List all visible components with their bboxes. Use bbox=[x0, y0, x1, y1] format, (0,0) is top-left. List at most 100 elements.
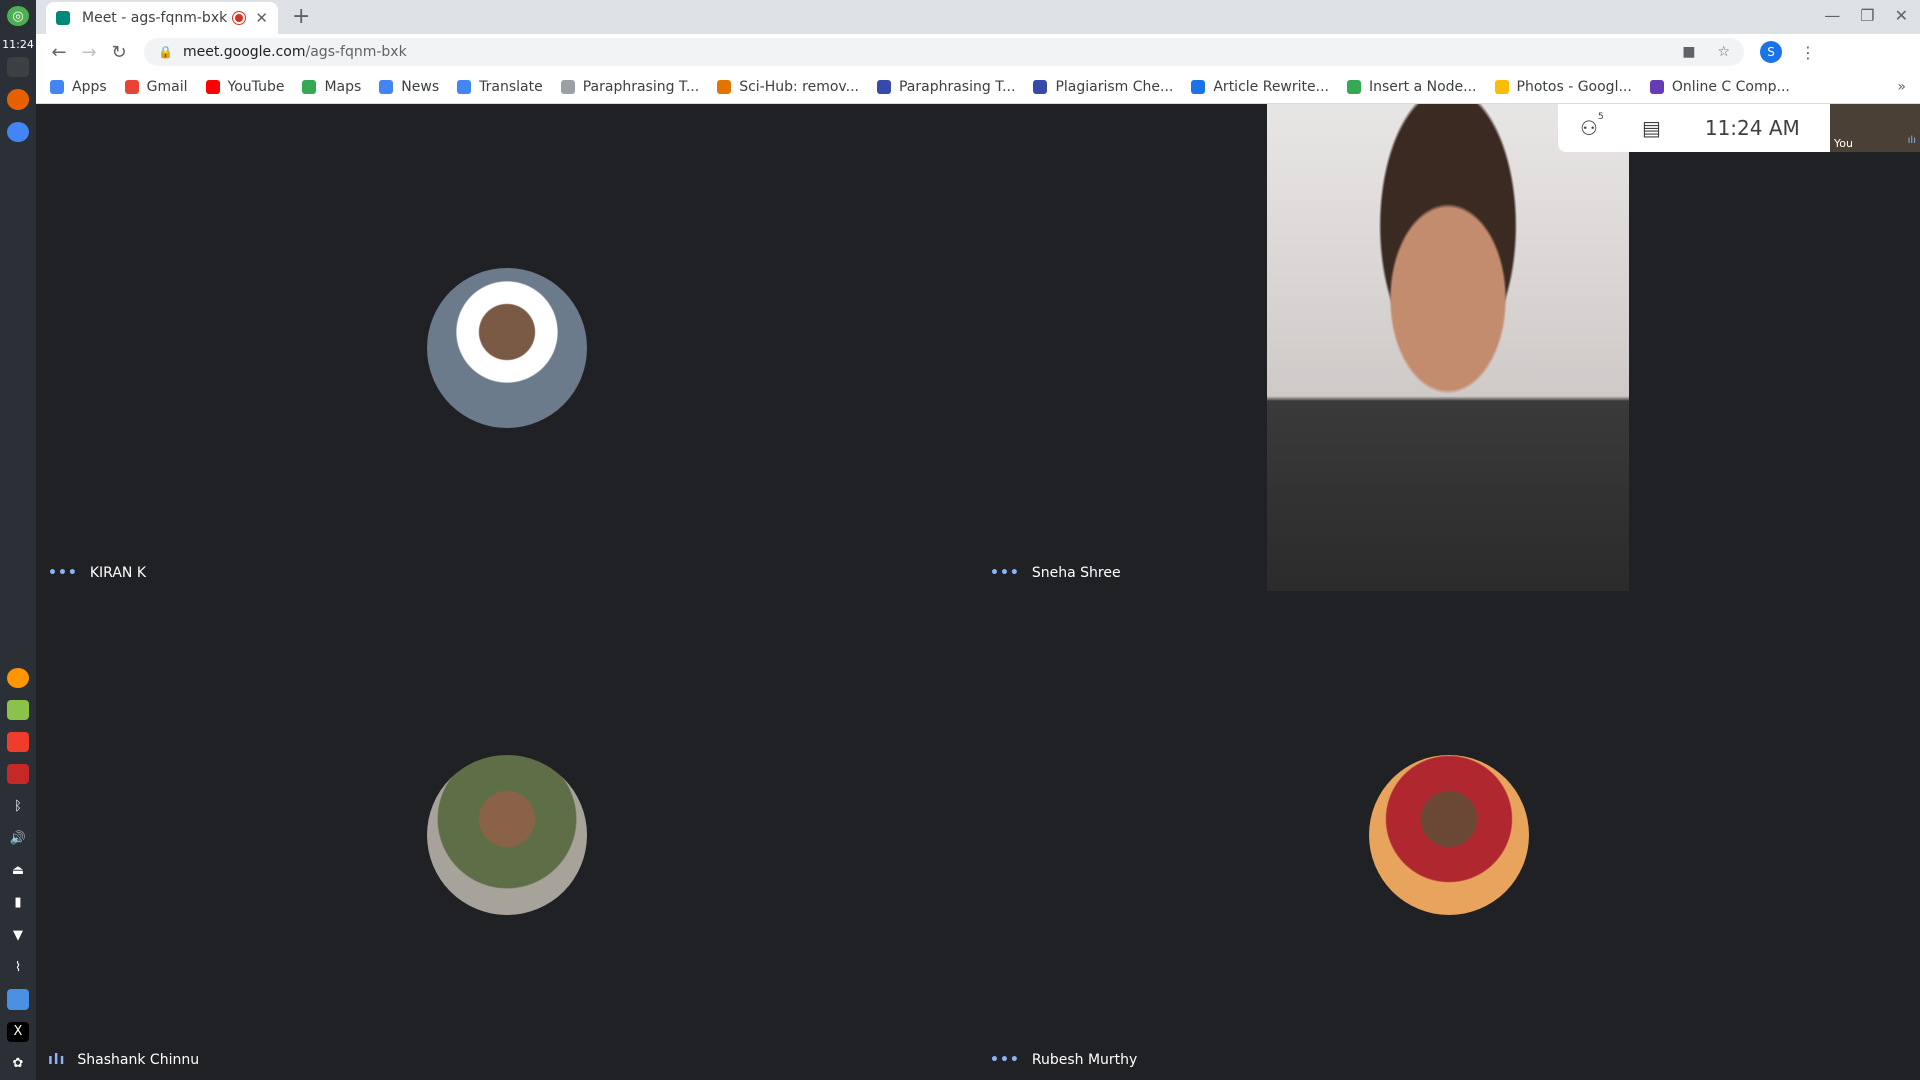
audio-indicator-icon: ılı bbox=[48, 1052, 66, 1068]
bookmark-item[interactable]: YouTube bbox=[205, 79, 284, 95]
x-app-icon[interactable]: X bbox=[7, 1021, 29, 1042]
more-bookmarks-icon[interactable]: » bbox=[1897, 79, 1906, 95]
people-icon[interactable]: ⚇ 5 bbox=[1580, 112, 1604, 140]
self-view[interactable]: You ılı bbox=[1830, 104, 1920, 152]
youtube-icon bbox=[205, 79, 220, 94]
compiler-icon bbox=[1649, 79, 1664, 94]
url-domain: meet.google.com bbox=[182, 44, 306, 60]
bookmark-label: News bbox=[401, 78, 440, 95]
anydesk-icon[interactable] bbox=[7, 731, 29, 753]
bookmark-item[interactable]: Sci-Hub: remov... bbox=[717, 79, 859, 95]
participant-tile[interactable]: ılı Shashank Chinnu bbox=[36, 591, 978, 1078]
participant-name: KIRAN K bbox=[89, 565, 147, 581]
bookmark-item[interactable]: Paraphrasing T... bbox=[876, 78, 1016, 95]
scihub-icon bbox=[717, 79, 732, 94]
bookmark-label: Apps bbox=[72, 78, 107, 95]
meet-stage: ••• KIRAN K ••• Sneha Shree ılı Shashank… bbox=[36, 104, 1920, 1080]
bookmark-label: Insert a Node... bbox=[1368, 78, 1477, 95]
close-tab-icon[interactable]: ✕ bbox=[255, 9, 268, 27]
apps-grid-icon bbox=[50, 79, 64, 94]
insert-node-icon bbox=[1346, 79, 1361, 94]
bookmark-item[interactable]: Maps bbox=[302, 79, 361, 95]
chrome-menu-icon[interactable]: ⋮ bbox=[1800, 43, 1816, 62]
bookmark-star-icon[interactable]: ☆ bbox=[1717, 44, 1730, 60]
wifi-icon[interactable]: ▼ bbox=[7, 925, 29, 945]
eject-icon[interactable]: ⏏ bbox=[7, 861, 29, 881]
volume-icon[interactable]: 🔊 bbox=[7, 829, 29, 849]
firefox-icon[interactable] bbox=[7, 667, 29, 688]
participant-avatar bbox=[427, 755, 587, 915]
window-icon[interactable] bbox=[7, 57, 29, 78]
bookmark-label: Paraphrasing T... bbox=[582, 78, 700, 95]
news-icon bbox=[379, 79, 394, 94]
firefox-icon[interactable] bbox=[7, 89, 29, 110]
plagiarism-icon bbox=[1033, 79, 1048, 94]
url-path: /ags-fqnm-bxk bbox=[305, 44, 407, 60]
audio-indicator-icon: ••• bbox=[990, 565, 1020, 581]
bookmark-item[interactable]: Gmail bbox=[124, 79, 188, 95]
photos-icon bbox=[1494, 79, 1509, 94]
forward-icon[interactable]: → bbox=[74, 42, 104, 63]
restore-icon[interactable]: ❐ bbox=[1860, 6, 1874, 25]
bookmark-item[interactable]: News bbox=[379, 79, 439, 95]
rewrite-icon bbox=[1191, 79, 1206, 94]
profile-avatar[interactable]: S bbox=[1760, 41, 1782, 63]
window-controls: — ❐ ✕ bbox=[1824, 6, 1908, 25]
meet-clock: 11:24 AM bbox=[1704, 116, 1800, 140]
meet-favicon-icon bbox=[56, 11, 70, 25]
gmail-icon bbox=[124, 79, 139, 94]
chat-icon[interactable]: ▤ bbox=[1642, 116, 1661, 140]
meet-info-panel: ⚇ 5 ▤ 11:24 AM bbox=[1558, 104, 1830, 152]
participant-avatar bbox=[427, 268, 587, 428]
chrome-icon[interactable] bbox=[7, 121, 29, 142]
bookmark-label: Article Rewrite... bbox=[1213, 78, 1329, 95]
bookmark-item[interactable]: Photos - Googl... bbox=[1494, 78, 1632, 95]
minimize-icon[interactable]: — bbox=[1824, 6, 1840, 25]
app-icon[interactable] bbox=[7, 764, 29, 785]
address-bar[interactable]: 🔒 meet.google.com/ags-fqnm-bxk ■ ☆ bbox=[144, 38, 1744, 66]
chrome-icon[interactable] bbox=[7, 989, 29, 1010]
participant-name-row: ••• KIRAN K bbox=[48, 565, 146, 581]
clipboard-icon[interactable]: ▮ bbox=[7, 893, 29, 913]
bookmark-label: Paraphrasing T... bbox=[898, 78, 1016, 95]
translate-icon bbox=[457, 79, 472, 94]
bookmark-label: Photos - Googl... bbox=[1516, 78, 1632, 95]
bookmark-item[interactable]: Plagiarism Che... bbox=[1033, 79, 1173, 95]
bookmark-item[interactable]: Apps bbox=[50, 79, 107, 95]
participant-tile[interactable]: ••• Sneha Shree bbox=[978, 104, 1920, 591]
participant-name: Sneha Shree bbox=[1031, 565, 1121, 581]
settings-icon[interactable]: ✿ bbox=[7, 1054, 29, 1074]
bookmark-item[interactable]: Insert a Node... bbox=[1346, 78, 1477, 95]
tab-meet[interactable]: Meet - ags-fqnm-bxk ✕ bbox=[46, 2, 278, 34]
participant-name-row: ••• Rubesh Murthy bbox=[990, 1052, 1137, 1068]
tab-title: Meet - ags-fqnm-bxk bbox=[82, 10, 228, 26]
bookmark-item[interactable]: Translate bbox=[457, 79, 543, 95]
participant-name-row: ılı Shashank Chinnu bbox=[48, 1052, 199, 1068]
bookmark-label: Maps bbox=[324, 78, 362, 95]
lock-icon[interactable]: 🔒 bbox=[158, 45, 173, 59]
audio-indicator-icon: ••• bbox=[990, 1052, 1020, 1068]
bookmark-item[interactable]: Online C Comp... bbox=[1649, 78, 1790, 95]
reload-icon[interactable]: ↻ bbox=[104, 42, 134, 63]
recording-icon bbox=[233, 12, 246, 24]
files-icon[interactable] bbox=[7, 699, 29, 720]
new-tab-button[interactable]: + bbox=[292, 4, 310, 29]
self-view-label: You bbox=[1834, 137, 1853, 150]
attachment-icon[interactable]: ⌇ bbox=[7, 957, 29, 977]
camera-icon[interactable]: ■ bbox=[1682, 44, 1695, 60]
launcher-icon[interactable]: ◎ bbox=[7, 6, 29, 27]
bookmark-label: Online C Comp... bbox=[1671, 78, 1790, 95]
bookmark-item[interactable]: Article Rewrite... bbox=[1191, 79, 1329, 95]
os-clock: 11:24 bbox=[2, 38, 34, 52]
participant-tile[interactable]: ••• Rubesh Murthy bbox=[978, 591, 1920, 1078]
bluetooth-icon[interactable]: ᛒ bbox=[7, 796, 29, 816]
paraphrasing-icon bbox=[560, 79, 575, 94]
close-window-icon[interactable]: ✕ bbox=[1895, 6, 1908, 25]
back-icon[interactable]: ← bbox=[44, 42, 74, 63]
bookmark-item[interactable]: Paraphrasing T... bbox=[560, 78, 700, 95]
participant-avatar bbox=[1369, 755, 1529, 915]
participant-name: Shashank Chinnu bbox=[77, 1052, 200, 1068]
audio-indicator-icon: ••• bbox=[48, 565, 78, 581]
bookmark-label: Translate bbox=[479, 78, 543, 95]
participant-tile[interactable]: ••• KIRAN K bbox=[36, 104, 978, 591]
